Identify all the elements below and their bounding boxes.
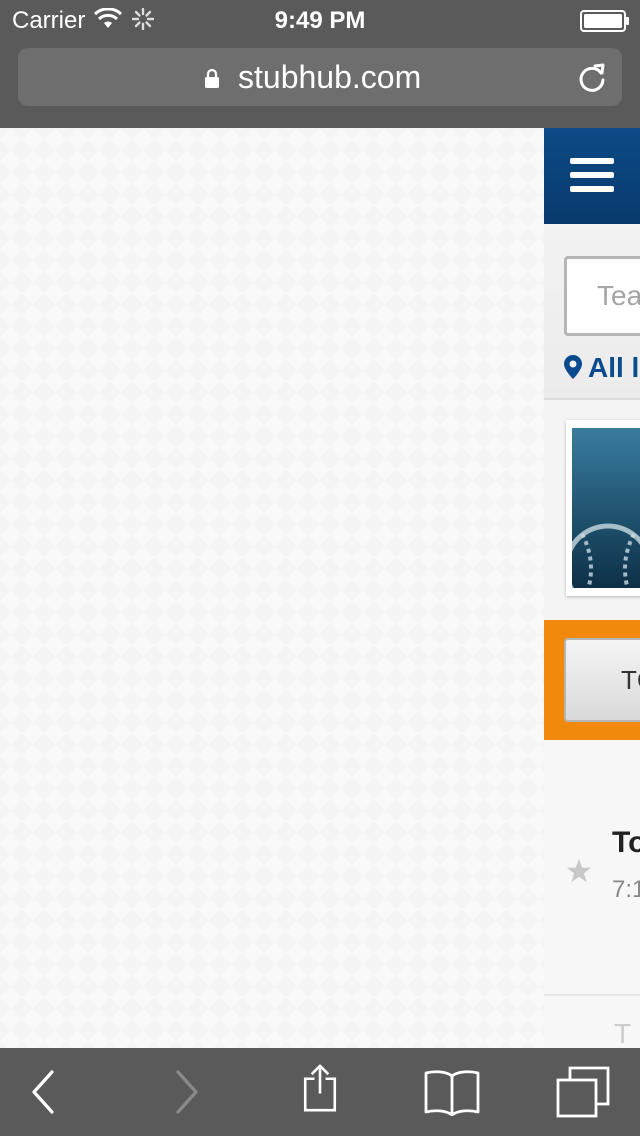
- event-list: To 7:1: [544, 740, 640, 1048]
- star-icon[interactable]: [566, 858, 592, 884]
- promo-card[interactable]: [566, 420, 640, 596]
- tabs-icon[interactable]: [556, 1066, 610, 1118]
- site-header: [544, 128, 640, 224]
- location-label[interactable]: All l: [588, 352, 639, 383]
- event-title: To: [612, 826, 640, 859]
- list-item[interactable]: To 7:1: [544, 740, 640, 996]
- stubhub-site: All l TC To 7:1: [544, 128, 640, 1048]
- reload-icon[interactable]: [576, 60, 608, 94]
- bookmarks-icon[interactable]: [424, 1068, 480, 1116]
- browser-top-chrome: Carrier 9:49 PM stubhub.com: [0, 0, 640, 128]
- location-selector[interactable]: All l: [564, 352, 639, 384]
- menu-icon[interactable]: [570, 158, 614, 192]
- faded-text: T: [614, 1018, 632, 1048]
- web-page: All l TC To 7:1 T: [0, 128, 640, 1048]
- top-events-button[interactable]: TC: [564, 638, 640, 722]
- back-icon[interactable]: [22, 1068, 70, 1116]
- search-section: All l: [544, 228, 640, 400]
- event-time: 7:1: [612, 876, 640, 903]
- promo-image: [572, 428, 640, 588]
- forward-icon[interactable]: [162, 1068, 210, 1116]
- baseball-icon: [572, 523, 640, 588]
- battery-icon: [580, 10, 629, 32]
- url-text[interactable]: stubhub.com: [238, 59, 421, 96]
- search-input[interactable]: [564, 256, 640, 336]
- lock-icon: [205, 68, 219, 88]
- location-pin-icon: [564, 355, 582, 379]
- status-time: 9:49 PM: [274, 7, 366, 34]
- share-icon[interactable]: [296, 1064, 344, 1112]
- browser-toolbar: [0, 1048, 640, 1136]
- address-bar[interactable]: stubhub.com: [18, 48, 622, 106]
- top-events-band: TC: [544, 620, 640, 740]
- status-bar: Carrier 9:49 PM: [0, 0, 640, 40]
